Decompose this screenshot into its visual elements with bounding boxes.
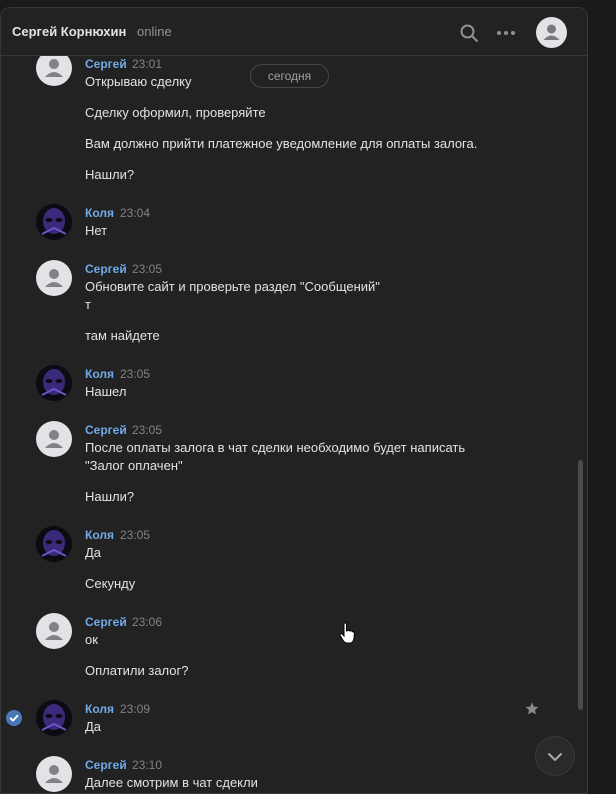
avatar-sergey[interactable]: [36, 56, 72, 86]
message-time: 23:10: [132, 758, 163, 772]
message-text: Открываю сделку: [85, 74, 192, 89]
user-placeholder-icon: [45, 59, 63, 77]
avatar-kolya[interactable]: [36, 526, 72, 562]
message-text: там найдете: [85, 328, 160, 343]
user-placeholder-icon: [543, 24, 560, 40]
message-author[interactable]: Сергей: [85, 423, 127, 437]
message-time: 23:05: [120, 528, 151, 542]
message-text: Да: [85, 719, 102, 734]
scrollbar-thumb[interactable]: [578, 460, 583, 710]
star-icon[interactable]: [524, 701, 540, 717]
message-text: т: [85, 297, 91, 312]
scroll-down-button[interactable]: [535, 736, 575, 776]
avatar-kolya[interactable]: [36, 365, 72, 401]
message-text: После оплаты залога в чат сделки необход…: [85, 440, 466, 455]
alien-avatar-icon: [36, 526, 72, 562]
message-author[interactable]: Сергей: [85, 615, 127, 629]
message-text: Нашел: [85, 384, 127, 399]
message-time: 23:01: [132, 57, 163, 71]
message-text: Нет: [85, 223, 108, 238]
message-time: 23:04: [120, 206, 151, 220]
chat-header: Сергей Корнюхин online: [1, 8, 587, 56]
chat-window: Сергей Корнюхин online сегодня Сергей 23…: [0, 7, 588, 794]
message-time: 23:09: [120, 702, 151, 716]
message-author[interactable]: Коля: [85, 702, 114, 716]
contact-avatar[interactable]: [536, 17, 567, 48]
message-text: Секунду: [85, 576, 136, 591]
alien-avatar-icon: [36, 204, 72, 240]
message-author[interactable]: Сергей: [85, 262, 127, 276]
user-placeholder-icon: [45, 765, 63, 783]
hand-cursor-icon: [339, 622, 355, 644]
online-status: online: [137, 24, 172, 39]
message-text: Обновите сайт и проверьте раздел "Сообще…: [85, 279, 380, 294]
avatar-kolya[interactable]: [36, 700, 72, 736]
date-separator: сегодня: [250, 64, 329, 88]
alien-avatar-icon: [36, 700, 72, 736]
message-time: 23:05: [132, 423, 163, 437]
message-time: 23:05: [120, 367, 151, 381]
chevron-down-icon: [548, 753, 562, 761]
avatar-kolya[interactable]: [36, 204, 72, 240]
message-text: Сделку оформил, проверяйте: [85, 105, 266, 120]
message-text: ок: [85, 632, 98, 647]
message-author[interactable]: Коля: [85, 206, 114, 220]
avatar-sergey[interactable]: [36, 260, 72, 296]
message-text: Да: [85, 545, 102, 560]
avatar-sergey[interactable]: [36, 613, 72, 649]
message-text: Вам должно прийти платежное уведомление …: [85, 136, 478, 151]
contact-name[interactable]: Сергей Корнюхин: [12, 24, 126, 39]
alien-avatar-icon: [36, 365, 72, 401]
user-placeholder-icon: [45, 430, 63, 448]
message-author[interactable]: Сергей: [85, 758, 127, 772]
message-text: Оплатили залог?: [85, 663, 189, 678]
message-author[interactable]: Сергей: [85, 57, 127, 71]
avatar-sergey[interactable]: [36, 756, 72, 792]
message-feed[interactable]: сегодня Сергей 23:01 Открываю сделку Сде…: [1, 56, 587, 793]
more-icon[interactable]: [495, 23, 517, 43]
user-placeholder-icon: [45, 269, 63, 287]
selected-check-icon[interactable]: [6, 710, 22, 726]
message-text: Далее смотрим в чат сдекли: [85, 775, 258, 790]
message-text: Нашли?: [85, 167, 135, 182]
message-author[interactable]: Коля: [85, 367, 114, 381]
search-icon[interactable]: [459, 23, 479, 43]
user-placeholder-icon: [45, 622, 63, 640]
message-text: "Залог оплачен": [85, 458, 183, 473]
avatar-sergey[interactable]: [36, 421, 72, 457]
message-author[interactable]: Коля: [85, 528, 114, 542]
message-time: 23:06: [132, 615, 163, 629]
message-time: 23:05: [132, 262, 163, 276]
message-text: Нашли?: [85, 489, 135, 504]
